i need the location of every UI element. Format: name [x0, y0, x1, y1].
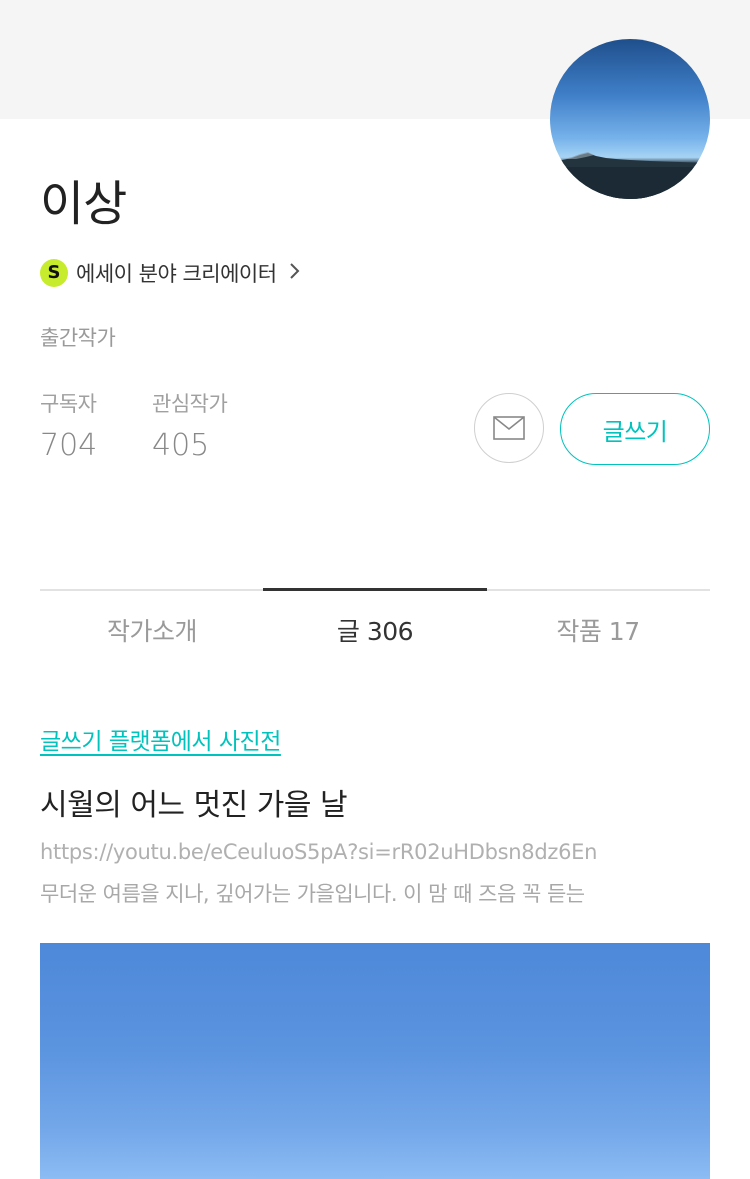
tab-posts[interactable]: 글 306	[263, 612, 487, 648]
author-job: 출간작가	[40, 326, 116, 350]
following-count: 405	[152, 428, 210, 463]
creator-label: 에세이 분야 크리에이터	[76, 262, 277, 286]
author-profile-page: 이상 S 에세이 분야 크리에이터 출간작가 구독자 704 관심작가 405 …	[0, 0, 750, 1179]
author-name: 이상	[40, 176, 127, 232]
tab-author-intro[interactable]: 작가소개	[40, 612, 264, 648]
post-thumbnail-image[interactable]	[40, 943, 710, 1179]
creator-badge-icon: S	[40, 259, 68, 287]
write-button[interactable]: 글쓰기	[560, 393, 710, 465]
subscribers-count: 704	[40, 428, 98, 463]
active-tab-indicator	[263, 588, 487, 591]
post-title[interactable]: 시월의 어느 멋진 가을 날	[40, 780, 348, 824]
creator-link[interactable]: S 에세이 분야 크리에이터	[40, 258, 301, 288]
chevron-right-icon	[289, 258, 301, 288]
subscribers-label: 구독자	[40, 392, 97, 416]
message-button[interactable]	[474, 393, 544, 463]
post-url[interactable]: https://youtu.be/eCeuluoS5pA?si=rR02uHDb…	[40, 840, 710, 864]
avatar[interactable]	[550, 39, 710, 199]
tab-works[interactable]: 작품 17	[486, 612, 710, 648]
following-stat[interactable]: 관심작가 405	[152, 390, 228, 464]
post-excerpt[interactable]: 무더운 여름을 지나, 깊어가는 가을입니다. 이 맘 때 즈음 꼭 듣는	[40, 878, 710, 908]
subscribers-stat[interactable]: 구독자 704	[40, 390, 97, 464]
avatar-landscape-image	[550, 152, 710, 199]
envelope-icon	[493, 416, 525, 440]
following-label: 관심작가	[152, 392, 228, 416]
post-magazine-link[interactable]: 글쓰기 플랫폼에서 사진전	[40, 722, 281, 756]
